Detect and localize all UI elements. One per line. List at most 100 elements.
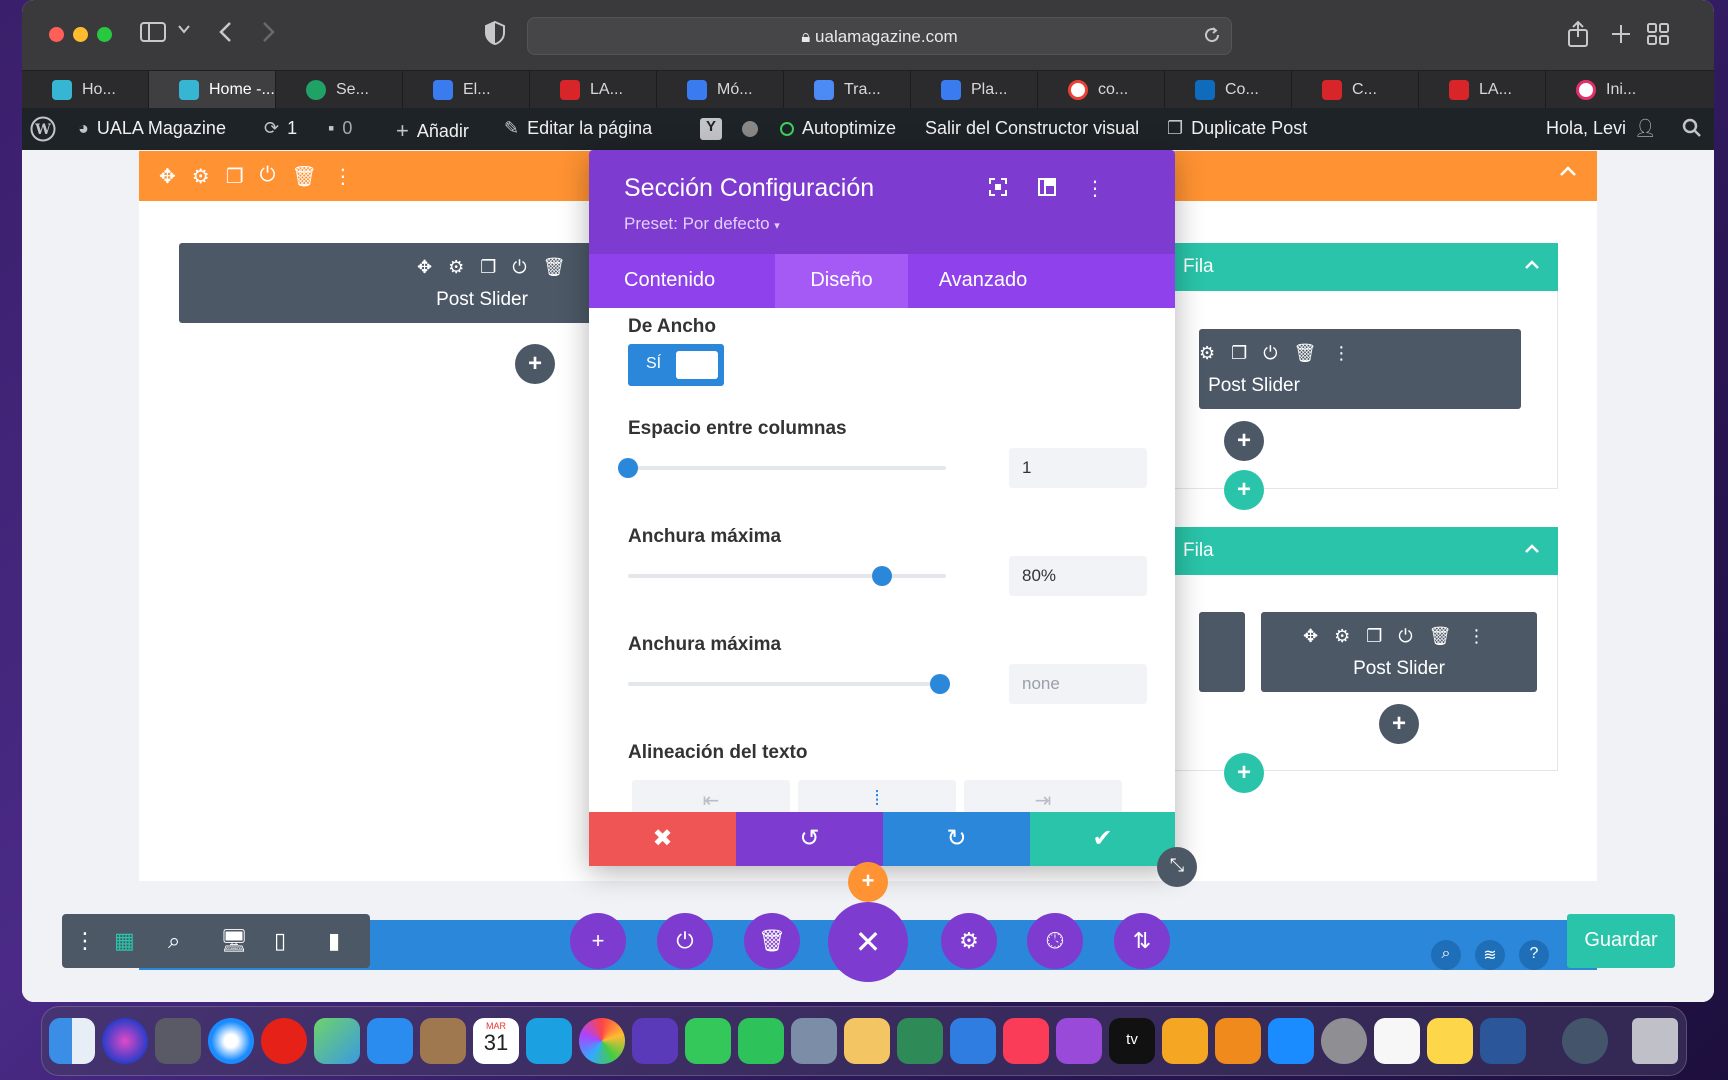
wireframe-view-icon[interactable]: ▦ bbox=[114, 928, 135, 954]
settings-gear-icon[interactable]: ⚙ bbox=[1199, 343, 1215, 364]
calendar-icon[interactable]: MAR 31 bbox=[473, 1018, 519, 1064]
new-tab-plus-icon[interactable] bbox=[1610, 23, 1632, 45]
settings-scroll-area[interactable]: De Ancho SÍ Espacio entre columnas 1 Anc… bbox=[589, 308, 1175, 812]
trash-icon[interactable]: 🗑︎ bbox=[291, 164, 316, 189]
exit-visual-builder-link[interactable]: Salir del Constructor visual bbox=[925, 118, 1139, 139]
clear-layout-button[interactable]: 🗑︎ bbox=[744, 913, 800, 969]
browser-tab[interactable]: LA... bbox=[1419, 71, 1546, 109]
numbers-icon[interactable] bbox=[897, 1018, 943, 1064]
books-icon[interactable] bbox=[1215, 1018, 1261, 1064]
power-icon[interactable]: ⏻ bbox=[512, 257, 526, 278]
browser-tab[interactable]: LA... bbox=[530, 71, 657, 109]
post-slider-module[interactable]: ⚙ ❐ ⏻ 🗑︎ ⋮ Post Slider bbox=[1199, 329, 1521, 409]
browser-tab[interactable]: C... bbox=[1292, 71, 1419, 109]
browser-tab-active[interactable]: Home -... bbox=[149, 71, 276, 109]
tablet-view-icon[interactable]: ▯ bbox=[274, 928, 286, 954]
system-preferences-icon[interactable] bbox=[1321, 1018, 1367, 1064]
align-center-button[interactable]: ⁞ bbox=[798, 780, 956, 812]
browser-tab[interactable]: Co... bbox=[1165, 71, 1292, 109]
settings-gear-icon[interactable]: ⚙ bbox=[448, 257, 464, 278]
edit-page-link[interactable]: ✎ Editar la página bbox=[504, 118, 652, 139]
siri-icon[interactable] bbox=[102, 1018, 148, 1064]
help-icon[interactable]: ? bbox=[1519, 940, 1549, 970]
trash-icon[interactable]: 🗑︎ bbox=[543, 257, 566, 278]
duplicate-post-link[interactable]: ❐ Duplicate Post bbox=[1167, 118, 1307, 139]
add-section-button[interactable]: + bbox=[848, 862, 888, 902]
resize-handle-icon[interactable]: ⤡ bbox=[1157, 847, 1197, 887]
notes-icon[interactable] bbox=[1427, 1018, 1473, 1064]
preset-dropdown[interactable]: Preset: Por defecto ▾ bbox=[624, 214, 780, 234]
save-page-button[interactable]: Guardar bbox=[1567, 914, 1675, 968]
more-options-icon[interactable]: ⋮ bbox=[74, 928, 96, 954]
tab-diseno[interactable]: Diseño bbox=[775, 254, 908, 308]
align-right-button[interactable]: ⇥ bbox=[964, 780, 1122, 812]
browser-tab[interactable]: Se... bbox=[276, 71, 403, 109]
zoom-icon[interactable]: ⌕ bbox=[168, 928, 180, 954]
slider-knob[interactable] bbox=[618, 458, 638, 478]
browser-tab[interactable]: Ini... bbox=[1546, 71, 1714, 109]
row-header[interactable]: Fila bbox=[1169, 527, 1558, 575]
post-slider-module[interactable]: ✥ ⚙ ❐ ⏻ 🗑︎ Post Slider bbox=[179, 243, 599, 323]
slider-knob[interactable] bbox=[872, 566, 893, 586]
trash-icon[interactable]: 🗑︎ bbox=[1294, 343, 1317, 364]
gutter-value-input[interactable]: 1 bbox=[1009, 448, 1147, 488]
c-app-icon[interactable] bbox=[526, 1018, 572, 1064]
tab-contenido[interactable]: Contenido bbox=[589, 254, 775, 308]
sort-button[interactable]: ⇅ bbox=[1114, 913, 1170, 969]
updates-link[interactable]: ⟳ 1 bbox=[264, 118, 297, 139]
browser-tab[interactable]: co... bbox=[1038, 71, 1165, 109]
apple-tv-icon[interactable]: tv bbox=[1109, 1018, 1155, 1064]
post-slider-module[interactable]: ✥ ⚙ ❐ ⏻ 🗑︎ ⋮ Post Slider bbox=[1261, 612, 1537, 692]
podcasts-icon[interactable] bbox=[1056, 1018, 1102, 1064]
sidebar-toggle-icon[interactable] bbox=[140, 22, 166, 42]
preview-icon[interactable] bbox=[791, 1018, 837, 1064]
split-view-icon[interactable] bbox=[1038, 178, 1056, 196]
finder-icon[interactable] bbox=[49, 1018, 95, 1064]
minimize-window-button[interactable] bbox=[73, 27, 88, 42]
duplicate-icon[interactable]: ❐ bbox=[480, 257, 496, 278]
browser-tab[interactable]: Mó... bbox=[657, 71, 784, 109]
page-settings-button[interactable]: ⚙ bbox=[941, 913, 997, 969]
add-module-button[interactable]: + bbox=[515, 344, 555, 384]
power-icon[interactable]: ⏻ bbox=[260, 164, 276, 189]
imovie-icon[interactable] bbox=[632, 1018, 678, 1064]
add-module-button[interactable]: + bbox=[1224, 421, 1264, 461]
yoast-seo-icon[interactable]: Y bbox=[700, 118, 758, 140]
word-icon[interactable] bbox=[1480, 1018, 1526, 1064]
max-width-slider[interactable] bbox=[628, 566, 946, 586]
redo-button[interactable]: ↻ bbox=[883, 812, 1030, 866]
zoom-window-button[interactable] bbox=[97, 27, 112, 42]
more-options-icon[interactable]: ⋮ bbox=[1467, 626, 1485, 647]
browser-tab[interactable]: Tra... bbox=[784, 71, 911, 109]
youtube-icon[interactable] bbox=[261, 1018, 307, 1064]
gutter-slider[interactable] bbox=[618, 458, 946, 478]
add-module-button[interactable]: + bbox=[1379, 704, 1419, 744]
desktop-view-icon[interactable]: 🖥︎ bbox=[220, 928, 248, 954]
history-button[interactable]: 🕓︎ bbox=[1027, 913, 1083, 969]
collapse-chevron-icon[interactable] bbox=[1524, 259, 1540, 270]
browser-tab[interactable]: Ho... bbox=[22, 71, 149, 109]
layers-icon[interactable]: ≋ bbox=[1475, 940, 1505, 970]
collapse-chevron-icon[interactable] bbox=[1559, 165, 1577, 177]
user-account-menu[interactable]: Hola, Levi 👤︎ bbox=[1546, 118, 1657, 139]
close-window-button[interactable] bbox=[49, 27, 64, 42]
browser-tab[interactable]: El... bbox=[403, 71, 530, 109]
facetime-icon[interactable] bbox=[738, 1018, 784, 1064]
settings-gear-icon[interactable]: ⚙ bbox=[192, 164, 210, 189]
full-width-toggle[interactable]: SÍ bbox=[628, 344, 724, 386]
save-changes-button[interactable]: ✔ bbox=[1030, 812, 1175, 866]
pencil-app-icon[interactable] bbox=[1162, 1018, 1208, 1064]
trash-icon[interactable]: 🗑︎ bbox=[1429, 626, 1452, 647]
more-options-icon[interactable]: ⋮ bbox=[1332, 343, 1350, 364]
discard-button[interactable]: ✖ bbox=[589, 812, 736, 866]
safari-icon[interactable] bbox=[208, 1018, 254, 1064]
close-builder-menu-button[interactable]: ✕ bbox=[828, 902, 908, 982]
more-options-icon[interactable]: ⋮ bbox=[333, 164, 353, 189]
move-icon[interactable]: ✥ bbox=[159, 164, 176, 189]
add-row-button[interactable]: + bbox=[1224, 753, 1264, 793]
collapse-chevron-icon[interactable] bbox=[1524, 543, 1540, 554]
add-row-button[interactable]: + bbox=[1224, 470, 1264, 510]
row-header[interactable]: Fila bbox=[1169, 243, 1558, 291]
quicktime-icon[interactable] bbox=[1562, 1018, 1608, 1064]
reminders-icon[interactable] bbox=[1374, 1018, 1420, 1064]
